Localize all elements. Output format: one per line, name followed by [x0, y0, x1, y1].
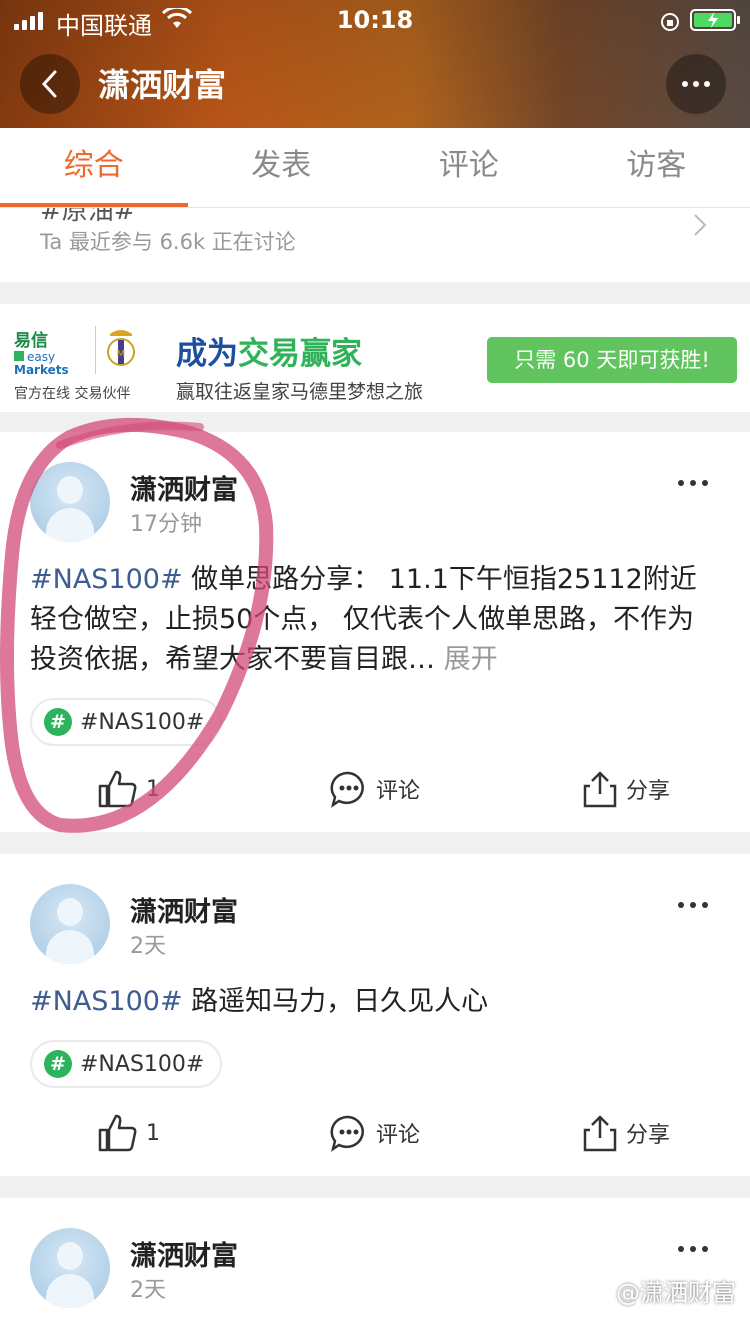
svg-text:M: M	[117, 349, 126, 360]
partner-label: 官方在线 交易伙伴	[14, 386, 131, 402]
share-label: 分享	[626, 1123, 671, 1148]
post-time: 17分钟	[130, 512, 202, 537]
like-count: 1	[146, 776, 160, 802]
share-icon	[583, 1115, 617, 1152]
comment-button[interactable]: 评论	[330, 1114, 420, 1152]
share-button[interactable]: 分享	[582, 770, 670, 808]
real-madrid-crest-icon: M	[107, 330, 135, 366]
comment-button[interactable]: 评论	[330, 770, 420, 808]
post-body[interactable]: #NAS100# 做单思路分享： 11.1下午恒指25112附近轻仓做空，止损5…	[30, 560, 720, 680]
hashtag-icon: #	[44, 708, 72, 736]
orientation-lock-icon	[660, 10, 680, 38]
back-button[interactable]	[20, 54, 80, 114]
post-body[interactable]: #NAS100# 路遥知马力，日久见人心	[30, 982, 720, 1022]
more-options-button[interactable]	[666, 54, 726, 114]
post-author[interactable]: 潇洒财富	[130, 890, 238, 929]
hashtag-icon: #	[44, 1050, 72, 1078]
comment-label: 评论	[376, 779, 421, 804]
ad-text: 成为交易赢家 赢取往返皇家马德里梦想之旅	[176, 328, 423, 404]
avatar[interactable]	[30, 462, 110, 542]
post-time: 2天	[130, 934, 166, 959]
post-more-button[interactable]	[678, 480, 708, 486]
nav-bar: 潇洒财富	[0, 42, 750, 128]
thumbs-up-icon	[98, 1114, 137, 1152]
status-bar: 中国联通 10:18	[0, 0, 750, 42]
post-more-button[interactable]	[678, 1246, 708, 1252]
like-button[interactable]: 1	[98, 770, 160, 808]
post-card: 潇洒财富 2天 #NAS100# 路遥知马力，日久见人心 # #NAS100# …	[0, 854, 750, 1176]
clock: 10:18	[336, 6, 414, 34]
post-text: 路遥知马力，日久见人心	[182, 986, 489, 1017]
watermark: @潇洒财富	[588, 1273, 736, 1308]
ad-headline: 成为交易赢家	[176, 336, 362, 372]
share-icon	[583, 771, 617, 808]
battery-icon	[690, 9, 740, 31]
post-author[interactable]: 潇洒财富	[130, 1234, 238, 1273]
post-card: 潇洒财富 2天	[0, 1198, 750, 1334]
thumbs-up-icon	[98, 770, 137, 808]
ad-subline: 赢取往返皇家马德里梦想之旅	[176, 381, 424, 403]
tab-overview[interactable]: 综合	[0, 128, 188, 207]
like-count: 1	[146, 1120, 160, 1146]
post-hashtag[interactable]: #NAS100#	[30, 986, 183, 1017]
share-button[interactable]: 分享	[582, 1114, 670, 1152]
weibo-logo-icon	[589, 1281, 611, 1301]
chevron-left-icon	[41, 70, 57, 98]
ad-cta-button[interactable]: 只需 60 天即可获胜!	[487, 337, 737, 383]
like-button[interactable]: 1	[98, 1114, 160, 1152]
comment-label: 评论	[376, 1123, 421, 1148]
post-author[interactable]: 潇洒财富	[130, 468, 238, 507]
topic-card[interactable]: #原油# Ta 最近参与 6.6k 正在讨论	[0, 208, 750, 282]
tab-bar: 综合 发表 评论 访客	[0, 128, 750, 208]
expand-link[interactable]: 展开	[435, 644, 498, 675]
tag-label: #NAS100#	[80, 1051, 205, 1077]
chevron-right-icon	[692, 212, 708, 242]
post-time: 2天	[130, 1278, 166, 1303]
comment-icon	[330, 1115, 364, 1152]
page-title: 潇洒财富	[98, 66, 227, 104]
topic-tag-chip[interactable]: # #NAS100#	[30, 698, 223, 746]
avatar[interactable]	[30, 884, 110, 964]
tag-label: #NAS100#	[80, 709, 205, 735]
tab-visitors[interactable]: 访客	[563, 128, 750, 207]
post-hashtag[interactable]: #NAS100#	[30, 564, 183, 595]
avatar[interactable]	[30, 1228, 110, 1308]
tab-posts[interactable]: 发表	[188, 128, 376, 207]
post-more-button[interactable]	[678, 902, 708, 908]
post-card: 潇洒财富 17分钟 #NAS100# 做单思路分享： 11.1下午恒指25112…	[0, 432, 750, 832]
share-label: 分享	[626, 779, 671, 804]
ad-banner[interactable]: 易信 easy Markets 官方在线 交易伙伴 M 成为交易赢家 赢取往返皇…	[0, 304, 750, 412]
comment-icon	[330, 771, 364, 808]
topic-meta: Ta 最近参与 6.6k 正在讨论	[40, 230, 296, 254]
divider	[95, 326, 96, 374]
topic-tag-chip[interactable]: # #NAS100#	[30, 1040, 223, 1088]
topic-title: #原油#	[40, 208, 136, 226]
tab-comments[interactable]: 评论	[375, 128, 563, 207]
